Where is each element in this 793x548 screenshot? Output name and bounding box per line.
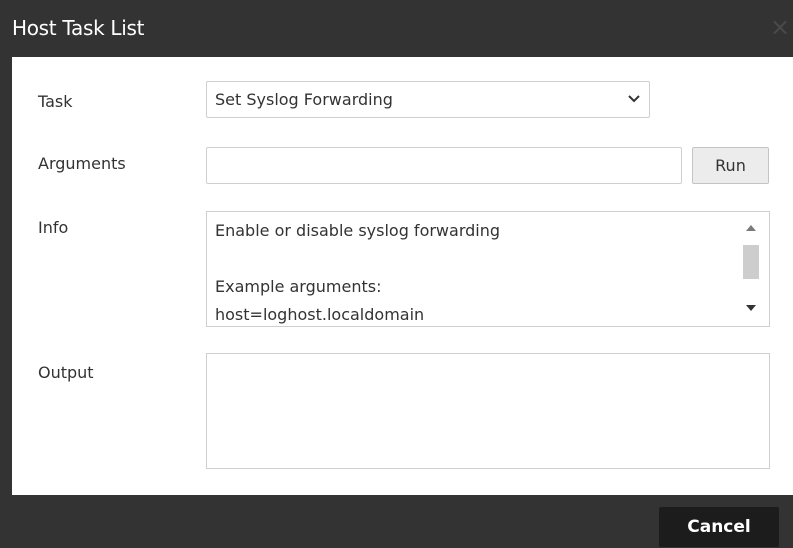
dialog-body: Task Set Syslog Forwarding Arguments Run… <box>12 57 793 495</box>
scroll-thumb[interactable] <box>743 245 759 279</box>
task-label: Task <box>38 92 73 111</box>
chevron-down-icon <box>628 95 640 103</box>
info-label: Info <box>38 218 69 237</box>
info-scrollbar[interactable] <box>733 212 769 326</box>
close-icon[interactable]: × <box>770 12 793 42</box>
run-button[interactable]: Run <box>692 147 769 184</box>
output-textarea[interactable] <box>206 353 770 469</box>
task-select[interactable]: Set Syslog Forwarding <box>206 81 650 118</box>
info-text: Enable or disable syslog forwarding Exam… <box>215 221 501 324</box>
task-select-value: Set Syslog Forwarding <box>215 90 393 109</box>
dialog-title: Host Task List <box>12 16 145 40</box>
arguments-input[interactable] <box>206 147 682 184</box>
info-textarea[interactable]: Enable or disable syslog forwarding Exam… <box>206 211 770 327</box>
cancel-button[interactable]: Cancel <box>659 507 779 547</box>
scroll-down-icon[interactable] <box>743 300 759 316</box>
dialog-titlebar: Host Task List × <box>0 0 793 57</box>
output-label: Output <box>38 363 94 382</box>
scroll-up-icon[interactable] <box>743 220 759 236</box>
dialog-footer: Cancel <box>0 495 793 548</box>
arguments-label: Arguments <box>38 154 126 173</box>
host-task-list-dialog: Host Task List × Task Set Syslog Forward… <box>0 0 793 548</box>
